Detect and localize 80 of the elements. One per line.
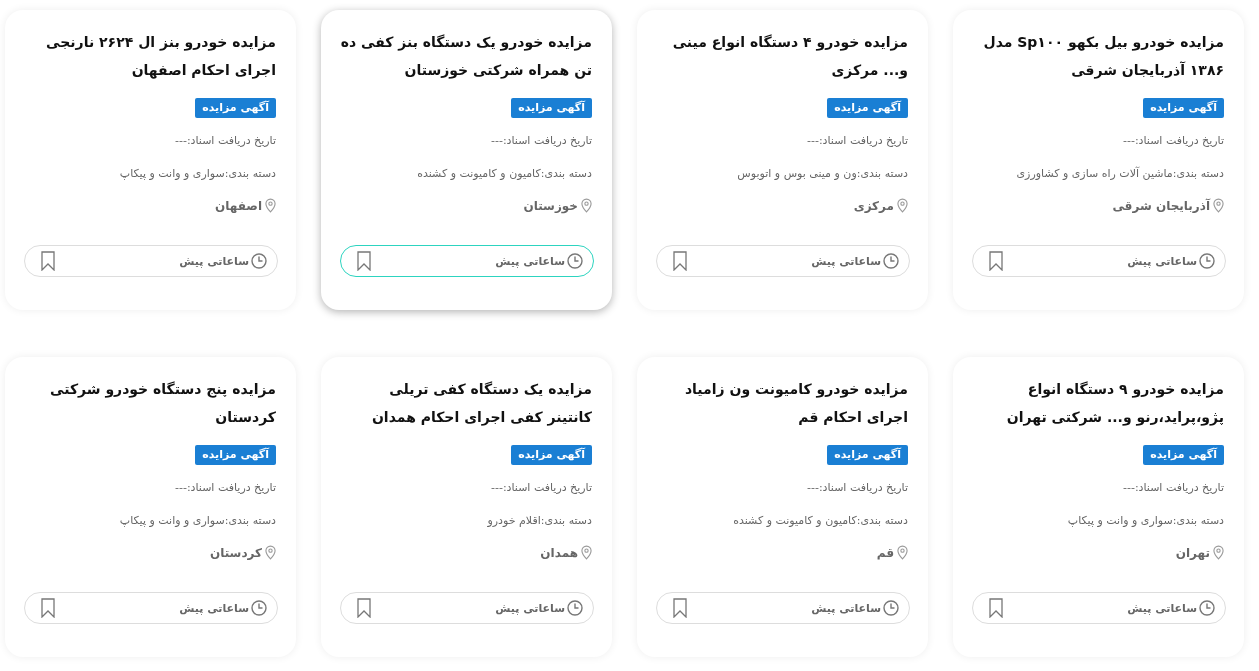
auction-badge: آگهی مزایده [1143,445,1224,465]
auction-badge: آگهی مزایده [511,445,592,465]
location-pin-icon [1213,545,1224,560]
location-text: همدان [540,545,578,560]
category-text: دسته بندی:سواری و وانت و پیکاپ [1066,513,1224,529]
category-text: دسته بندی:ماشین آلات راه سازی و کشاورزی [1015,165,1224,182]
bookmark-icon[interactable] [357,598,371,618]
category-text: دسته بندی:ون و مینی بوس و اتوبوس [736,166,908,182]
clock-icon [567,600,583,616]
card-title[interactable]: مزایده خودرو کامیونت ون زامیاد اجرای احکام قم [656,375,908,431]
document-date: تاریخ دریافت اسناد:--- [805,133,908,149]
clock-icon [251,600,267,616]
bookmark-icon[interactable] [41,598,55,618]
auction-card[interactable]: مزایده پنج دستگاه خودرو شرکتی کردستان آگهی مزایده تاریخ دریافت اسناد:--- دسته بندی:سواری و وانت و پیکاپ کردستان ساعاتی پیش [5,357,296,657]
document-date: تاریخ دریافت اسناد:--- [489,480,592,496]
location-text: کردستان [209,545,262,560]
bookmark-icon[interactable] [673,598,687,618]
auction-badge: آگهی مزایده [195,445,276,465]
document-date: تاریخ دریافت اسناد:--- [173,480,276,496]
clock-icon [883,253,899,269]
document-date: تاریخ دریافت اسناد:--- [489,133,592,149]
clock-icon [883,600,899,616]
location-text: قم [876,545,894,560]
category-text: دسته بندی:کامیون و کامیونت و کشنده [416,166,592,182]
auction-card[interactable]: مزایده خودرو کامیونت ون زامیاد اجرای احکام قم آگهی مزایده تاریخ دریافت اسناد:--- دسته بندی:کامیون و کامیونت و کشنده قم ساعاتی پیش [637,357,928,657]
clock-icon [251,253,267,269]
time-text: ساعاتی پیش [495,254,565,268]
location-pin-icon [581,545,592,560]
bookmark-icon[interactable] [673,251,687,271]
time-text: ساعاتی پیش [495,601,565,615]
bookmark-icon[interactable] [41,251,55,271]
auction-badge: آگهی مزایده [1143,98,1224,118]
category-text: دسته بندی:کامیون و کامیونت و کشنده [732,513,908,529]
document-date: تاریخ دریافت اسناد:--- [1121,133,1224,149]
location-pin-icon [265,545,276,560]
document-date: تاریخ دریافت اسناد:--- [173,133,276,149]
auction-card[interactable]: مزایده یک دستگاه کفی تریلی کانتینر کفی اجرای احکام همدان آگهی مزایده تاریخ دریافت اسناد:--- دسته بندی:اقلام خودرو همدان ساعاتی پیش [321,357,612,657]
location-text: آذربایجان شرقی [1112,198,1210,213]
bookmark-icon[interactable] [989,251,1003,271]
location-pin-icon [897,198,908,213]
card-title[interactable]: مزایده خودرو ۴ دستگاه انواع مینی و... مرکزی [656,28,908,84]
location-pin-icon [1213,198,1224,213]
card-title[interactable]: مزایده خودرو بیل بکهو Sp۱۰۰ مدل ۱۳۸۶ آذربایجان شرقی [972,28,1224,84]
category-text: دسته بندی:اقلام خودرو [486,513,592,529]
auction-card[interactable]: مزایده خودرو ۴ دستگاه انواع مینی و... مرکزی آگهی مزایده تاریخ دریافت اسناد:--- دسته بندی:ون و مینی بوس و اتوبوس مرکزی ساعاتی پیش [637,10,928,310]
time-text: ساعاتی پیش [1127,254,1197,268]
location-text: مرکزی [853,198,894,213]
document-date: تاریخ دریافت اسناد:--- [805,480,908,496]
bookmark-icon[interactable] [989,598,1003,618]
auction-card[interactable]: مزایده خودرو ۹ دستگاه انواع پژو،پراید،رنو و... شرکتی تهران آگهی مزایده تاریخ دریافت اسناد:--- دسته بندی:سواری و وانت و پیکاپ تهران ساعاتی پیش [953,357,1244,657]
auction-card[interactable]: مزایده خودرو بیل بکهو Sp۱۰۰ مدل ۱۳۸۶ آذربایجان شرقی آگهی مزایده تاریخ دریافت اسناد:--- دسته بندی:ماشین آلات راه سازی و کشاورزی آذربایجان شرقی ساعاتی پیش [953,10,1244,310]
time-text: ساعاتی پیش [811,254,881,268]
clock-icon [567,253,583,269]
card-title[interactable]: مزایده خودرو ۹ دستگاه انواع پژو،پراید،رنو و... شرکتی تهران [972,375,1224,431]
auction-badge: آگهی مزایده [827,445,908,465]
time-text: ساعاتی پیش [1127,601,1197,615]
auction-badge: آگهی مزایده [511,98,592,118]
document-date: تاریخ دریافت اسناد:--- [1121,480,1224,496]
time-text: ساعاتی پیش [179,254,249,268]
card-title[interactable]: مزایده خودرو بنز ال ۲۶۲۴ نارنجی اجرای احکام اصفهان [24,28,276,84]
card-title[interactable]: مزایده خودرو یک دستگاه بنز کفی ده تن همراه شرکتی خوزستان [340,28,592,84]
auction-badge: آگهی مزایده [195,98,276,118]
card-title[interactable]: مزایده یک دستگاه کفی تریلی کانتینر کفی اجرای احکام همدان [340,375,592,431]
time-text: ساعاتی پیش [179,601,249,615]
category-text: دسته بندی:سواری و وانت و پیکاپ [118,513,276,529]
location-pin-icon [897,545,908,560]
bookmark-icon[interactable] [357,251,371,271]
time-text: ساعاتی پیش [811,601,881,615]
auction-card[interactable]: مزایده خودرو بنز ال ۲۶۲۴ نارنجی اجرای احکام اصفهان آگهی مزایده تاریخ دریافت اسناد:--- دسته بندی:سواری و وانت و پیکاپ اصفهان ساعاتی پیش [5,10,296,310]
location-pin-icon [581,198,592,213]
location-text: تهران [1175,545,1210,560]
clock-icon [1199,600,1215,616]
clock-icon [1199,253,1215,269]
auction-badge: آگهی مزایده [827,98,908,118]
location-pin-icon [265,198,276,213]
location-text: خوزستان [523,198,578,213]
category-text: دسته بندی:سواری و وانت و پیکاپ [118,166,276,182]
location-text: اصفهان [215,198,262,213]
card-title[interactable]: مزایده پنج دستگاه خودرو شرکتی کردستان [24,375,276,431]
auction-card[interactable]: مزایده خودرو یک دستگاه بنز کفی ده تن همراه شرکتی خوزستان آگهی مزایده تاریخ دریافت اسناد:--- دسته بندی:کامیون و کامیونت و کشنده خوزستان ساعاتی پیش [321,10,612,310]
